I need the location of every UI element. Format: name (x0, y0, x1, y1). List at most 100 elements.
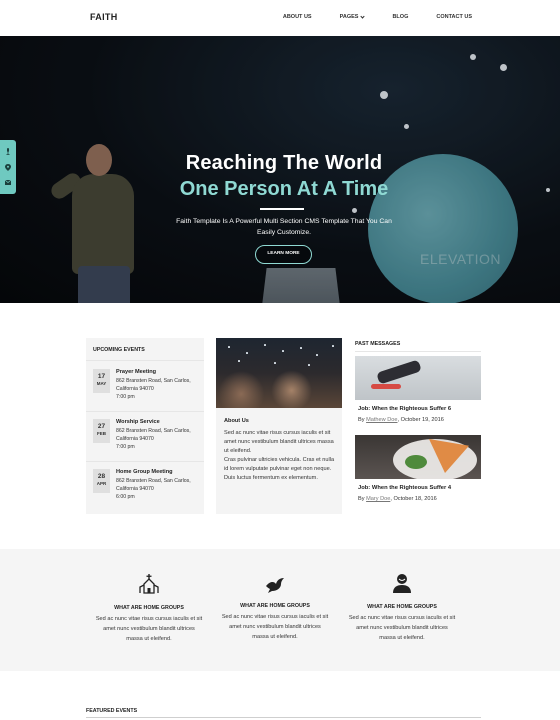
skater-figure (376, 359, 422, 385)
event-day: 17 (97, 373, 106, 380)
event-title[interactable]: Home Group Meeting (116, 469, 173, 475)
group-text: Sed ac nunc vitae risus cursus iaculis e… (332, 613, 472, 643)
nav-label: CONTACT US (436, 14, 472, 20)
event-month: APR (96, 481, 107, 486)
light-dot (274, 362, 276, 364)
event-date-badge: 17 MAY (93, 369, 110, 393)
event-address-line2: California 94070 (116, 436, 154, 442)
event-item[interactable]: 17 MAY Prayer Meeting 862 Bransten Road,… (86, 362, 204, 412)
event-month: FEB (97, 431, 106, 436)
author-link[interactable]: Mary Doe (366, 496, 390, 502)
side-quick-links (0, 140, 16, 194)
hero-description: Faith Template Is A Powerful Multi Secti… (176, 218, 392, 236)
hero-divider (260, 208, 304, 210)
group-text: Sed ac nunc vitae risus cursus iaculis e… (205, 612, 345, 642)
about-paragraph: Duis luctus fermentum ex elementum. (224, 475, 318, 481)
message-title[interactable]: Job: When the Righteous Suffer 4 (358, 485, 451, 491)
past-messages-panel: PAST MESSAGES Job: When the Righteous Su… (355, 338, 481, 514)
group-title: WHAT ARE HOME GROUPS (114, 605, 184, 611)
group-text-line: massa ut eleifend. (252, 634, 298, 640)
event-item[interactable]: 28 APR Home Group Meeting 862 Bransten R… (86, 462, 204, 512)
about-us-panel: About Us Sed ac nunc vitae risus cursus … (216, 338, 342, 514)
envelope-icon[interactable] (4, 179, 12, 186)
message-date: , October 18, 2016 (390, 496, 437, 502)
event-month: MAY (96, 381, 107, 386)
light-dot (282, 350, 284, 352)
light-dot (308, 364, 310, 366)
message-title[interactable]: Job: When the Righteous Suffer 6 (358, 406, 451, 412)
event-item[interactable]: 27 FEB Worship Service 862 Bransten Road… (86, 412, 204, 462)
light-dot (228, 346, 230, 348)
pizza-photo[interactable] (355, 435, 481, 479)
about-paragraph: Cras pulvinar ultricies vehicula. Cras e… (224, 457, 335, 472)
divider (355, 351, 481, 352)
by-label: By (358, 417, 365, 423)
event-time: 7:00 pm (116, 394, 135, 400)
about-text: Sed ac nunc vitae risus cursus iaculis e… (224, 429, 338, 483)
light-dot (238, 360, 240, 362)
event-day: 28 (97, 473, 106, 480)
event-address-line2: California 94070 (116, 386, 154, 392)
skateboard (371, 384, 401, 389)
event-title[interactable]: Prayer Meeting (116, 369, 156, 375)
home-groups-section: WHAT ARE HOME GROUPS Sed ac nunc vitae r… (0, 549, 560, 671)
hero-title: Reaching The World (185, 152, 383, 174)
group-text-line: Sed ac nunc vitae risus cursus iaculis e… (95, 616, 203, 622)
site-logo[interactable]: FAITH (90, 12, 118, 22)
church-icon (139, 574, 159, 594)
chevron-down-icon (360, 13, 366, 19)
event-details: 862 Bransten Road, San Carlos, Californi… (116, 477, 201, 501)
event-address-line1: 862 Bransten Road, San Carlos, (116, 378, 191, 384)
map-pin-icon[interactable] (5, 164, 11, 171)
event-details: 862 Bransten Road, San Carlos, Californi… (116, 377, 201, 401)
event-date-badge: 28 APR (93, 469, 110, 493)
author-link[interactable]: Mathew Doe (366, 417, 397, 423)
nav-label: PAGES (339, 14, 359, 20)
skateboard-photo[interactable] (355, 356, 481, 400)
hero-subtitle: One Person At A Time (179, 178, 389, 200)
event-title[interactable]: Worship Service (116, 419, 160, 425)
group-text-line: Sed ac nunc vitae risus cursus iaculis e… (348, 615, 456, 621)
nav-label: ABOUT US (282, 14, 312, 20)
event-address-line2: California 94070 (116, 486, 154, 492)
dove-icon (266, 578, 284, 593)
about-paragraph: Sed ac nunc vitae risus cursus iaculis e… (224, 430, 334, 454)
by-label: By (358, 496, 365, 502)
event-address-line1: 862 Bransten Road, San Carlos, (116, 428, 191, 434)
light-dot (316, 354, 318, 356)
person-icon (393, 574, 411, 593)
featured-events-title: FEATURED EVENTS (86, 708, 138, 714)
event-details: 862 Bransten Road, San Carlos, Californi… (116, 427, 201, 451)
learn-more-button[interactable]: LEARN MORE (255, 245, 312, 264)
event-address-line1: 862 Bransten Road, San Carlos, (116, 478, 191, 484)
group-title: WHAT ARE HOME GROUPS (240, 603, 310, 609)
nav-item-pages[interactable]: PAGES (339, 13, 366, 20)
main-nav: ABOUT US PAGES BLOG CONTACT US (283, 13, 472, 20)
group-text-line: massa ut eleifend. (126, 636, 172, 642)
nav-item-blog[interactable]: BLOG (392, 14, 408, 20)
light-dot (332, 345, 334, 347)
nav-label: BLOG (392, 14, 409, 20)
nav-item-about-us[interactable]: ABOUT US (283, 14, 312, 20)
divider (86, 717, 481, 718)
crowd-photo (216, 338, 342, 408)
light-dot (300, 347, 302, 349)
group-text-line: amet nunc vestibulum blandit ultrices (229, 624, 321, 630)
light-dot (264, 344, 266, 346)
past-messages-title: PAST MESSAGES (355, 341, 401, 347)
event-day: 27 (97, 423, 106, 430)
group-title: WHAT ARE HOME GROUPS (367, 604, 437, 610)
hero-banner: ELEVATION Reaching The World One Person … (0, 36, 560, 303)
group-text-line: amet nunc vestibulum blandit ultrices (103, 626, 195, 632)
microphone-icon[interactable] (5, 148, 11, 155)
nav-item-contact-us[interactable]: CONTACT US (436, 14, 472, 20)
event-time: 7:00 pm (116, 444, 135, 450)
group-text-line: massa ut eleifend. (379, 635, 425, 641)
light-dot (246, 352, 248, 354)
group-text-line: Sed ac nunc vitae risus cursus iaculis e… (221, 614, 329, 620)
message-meta: By Mary Doe, October 18, 2016 (358, 496, 437, 502)
upcoming-events-panel: UPCOMING EVENTS 17 MAY Prayer Meeting 86… (86, 338, 204, 514)
message-date: , October 19, 2016 (397, 417, 444, 423)
upcoming-events-title: UPCOMING EVENTS (93, 347, 145, 353)
about-title: About Us (224, 418, 249, 424)
